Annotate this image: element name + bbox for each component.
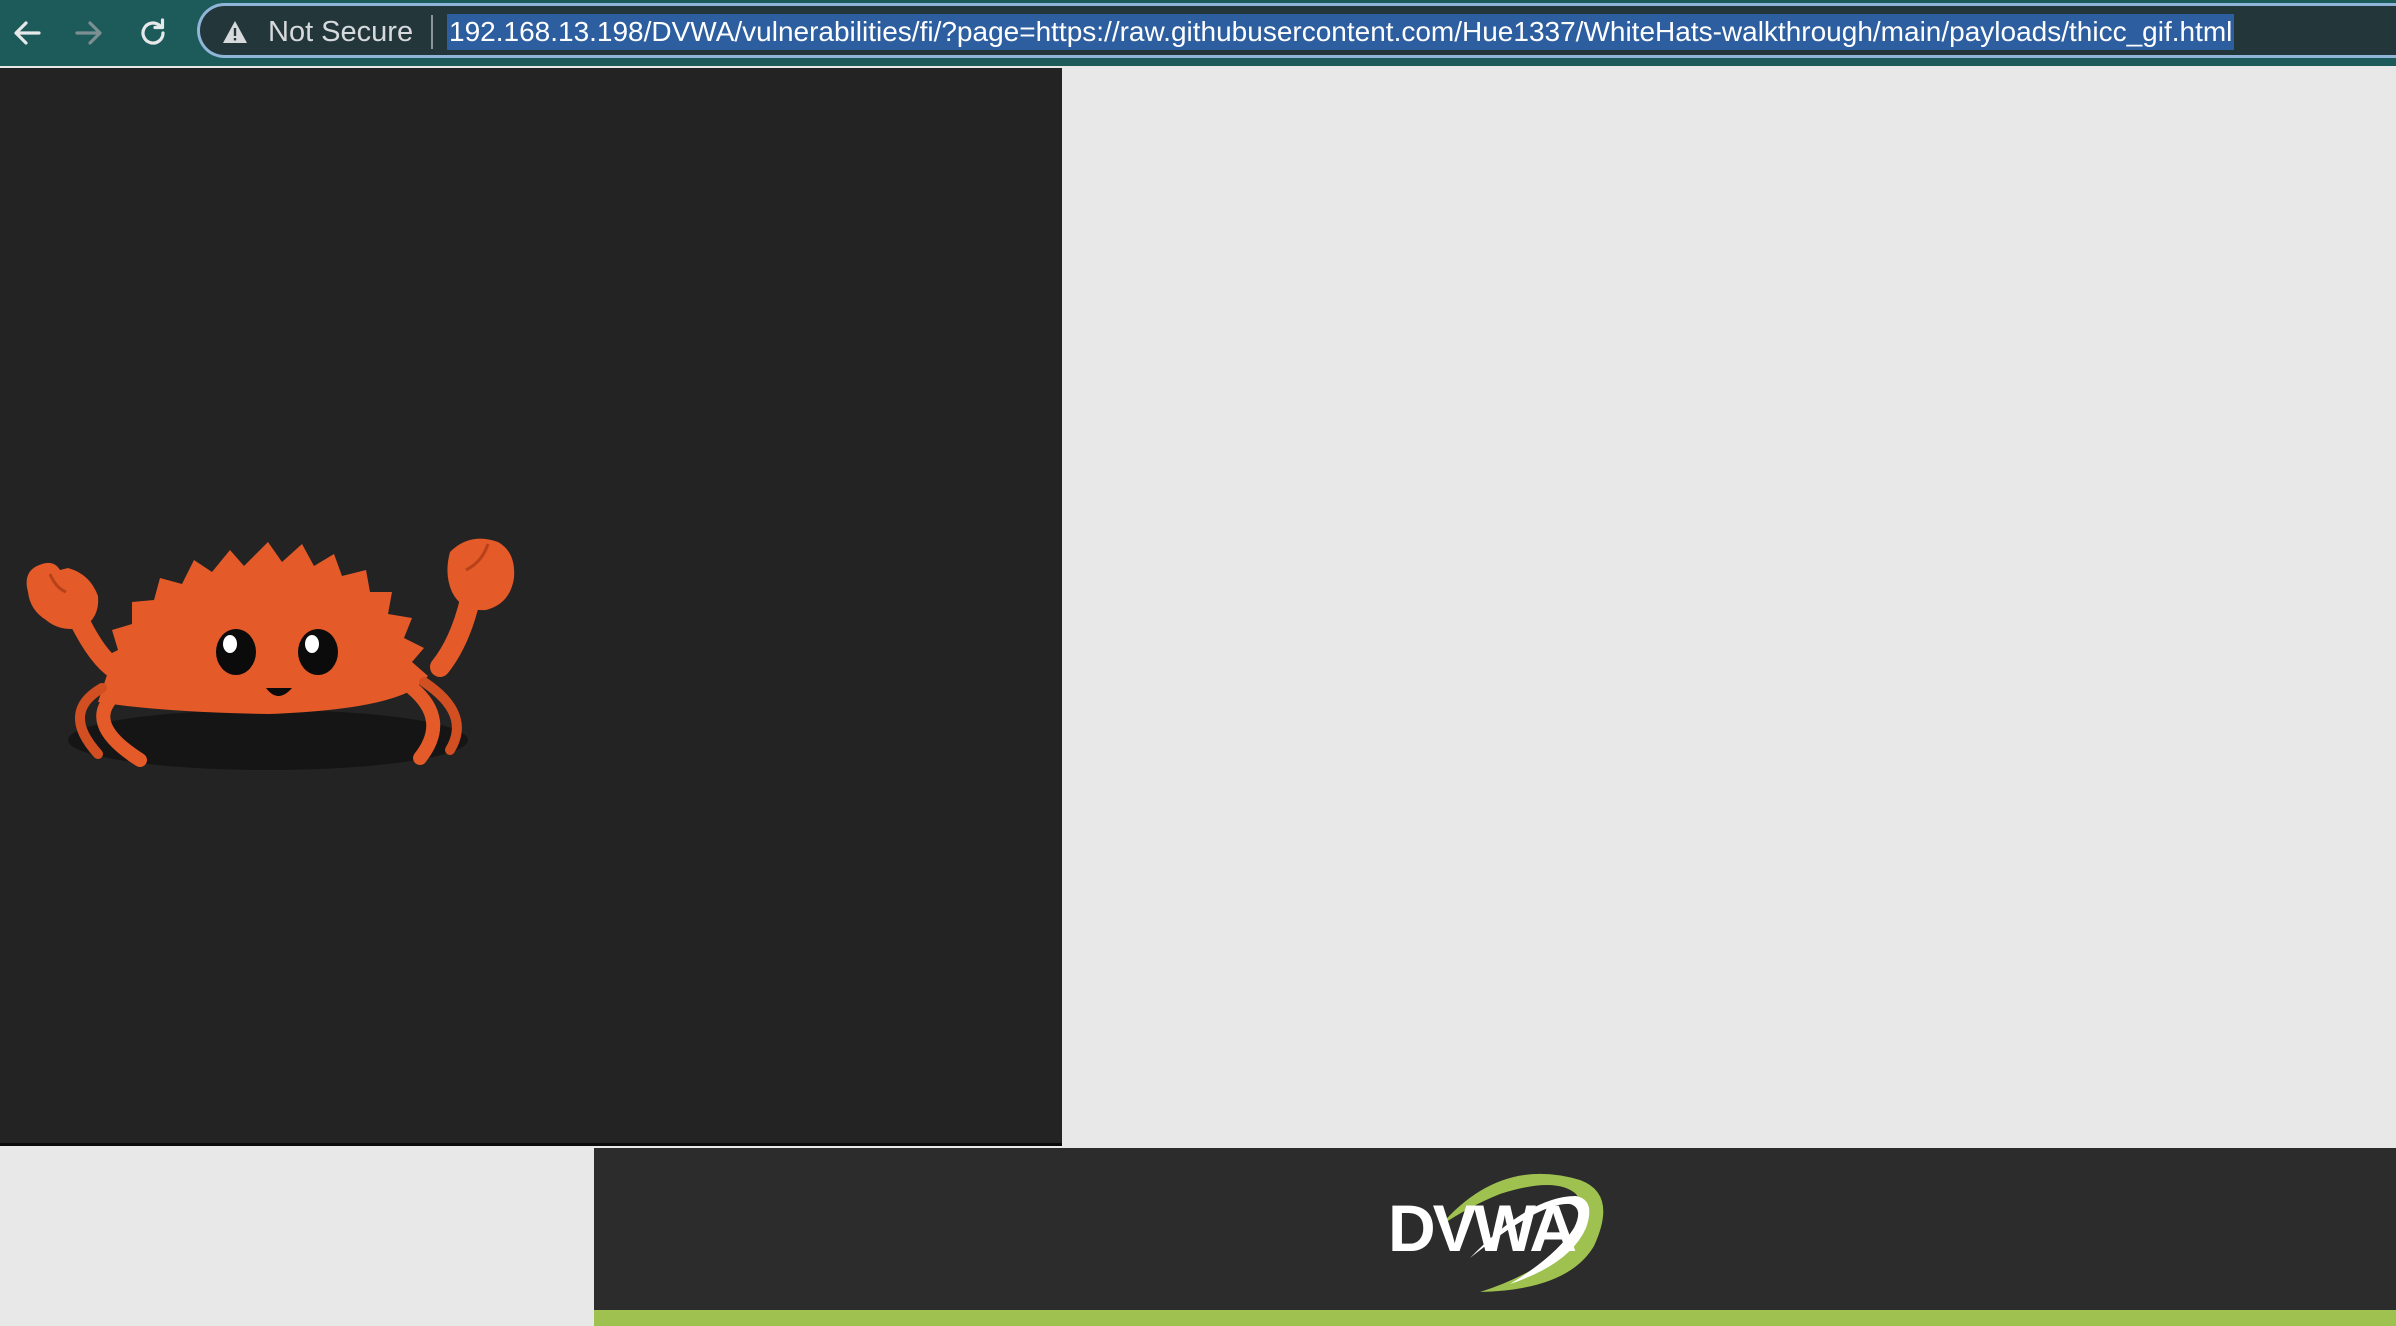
page-margin (0, 1148, 594, 1326)
browser-toolbar: Not Secure 192.168.13.198/DVWA/vulnerabi… (0, 0, 2396, 66)
page-background (1062, 68, 2396, 1148)
omnibox-divider (431, 15, 433, 49)
warning-triangle-icon[interactable] (222, 20, 248, 44)
panel-bottom-border (0, 1143, 1062, 1146)
forward-arrow-icon (75, 21, 102, 45)
reload-button[interactable] (128, 8, 178, 58)
reload-icon (141, 18, 165, 45)
url-field[interactable]: 192.168.13.198/DVWA/vulnerabilities/fi/?… (447, 14, 2235, 50)
crab-mascot-image (26, 538, 515, 770)
logo-text: DVWA (1388, 1191, 1577, 1265)
security-status-label[interactable]: Not Secure (268, 15, 413, 49)
back-arrow-icon (14, 21, 41, 45)
address-bar[interactable]: Not Secure 192.168.13.198/DVWA/vulnerabi… (197, 3, 2396, 58)
forward-button[interactable] (64, 8, 114, 58)
dvwa-logo[interactable]: DVWA (1380, 1166, 1608, 1300)
header-accent-bar (594, 1310, 2396, 1326)
back-button[interactable] (2, 8, 52, 58)
